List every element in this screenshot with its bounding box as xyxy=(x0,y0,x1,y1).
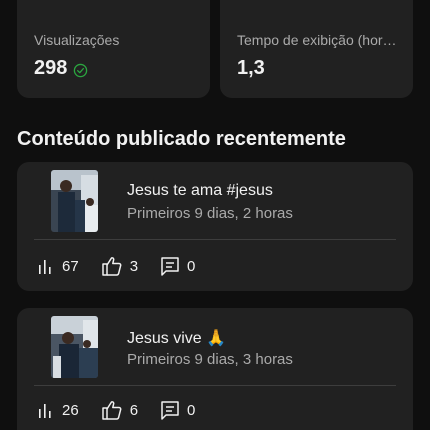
views-count: 67 xyxy=(62,257,79,275)
divider xyxy=(34,385,396,386)
likes-count: 3 xyxy=(129,257,139,275)
video-period: Primeiros 9 dias, 2 horas xyxy=(127,205,293,222)
video-period: Primeiros 9 dias, 3 horas xyxy=(127,351,293,368)
comments-metric: 0 xyxy=(160,256,195,276)
likes-metric: 3 xyxy=(101,256,138,276)
comment-icon xyxy=(161,257,179,276)
thumbs-up-icon xyxy=(101,257,122,276)
likes-count: 6 xyxy=(129,401,139,419)
watch-time-stat-card[interactable]: Tempo de exibição (hor… 1,3 xyxy=(220,0,413,98)
comment-icon xyxy=(161,401,179,420)
views-label: Visualizações xyxy=(34,32,120,48)
analytics-page: Visualizações 298 Tempo de exibição (hor… xyxy=(0,0,430,430)
watch-time-value: 1,3 xyxy=(237,57,265,79)
comments-count: 0 xyxy=(187,401,196,419)
video-metrics: 67 3 0 xyxy=(37,256,217,276)
views-metric: 26 xyxy=(37,401,79,419)
video-title: Jesus te ama #jesus xyxy=(127,182,273,199)
video-thumbnail[interactable] xyxy=(51,170,98,232)
views-value-row: 298 xyxy=(34,57,88,80)
thumbs-up-icon xyxy=(101,401,122,420)
bar-chart-icon xyxy=(39,404,51,418)
check-circle-icon xyxy=(73,61,88,78)
views-count: 26 xyxy=(62,401,79,419)
watch-time-label: Tempo de exibição (hor… xyxy=(237,32,397,48)
likes-metric: 6 xyxy=(101,400,138,420)
comments-metric: 0 xyxy=(160,400,195,420)
video-thumbnail[interactable] xyxy=(51,316,98,378)
section-title: Conteúdo publicado recentemente xyxy=(17,128,346,150)
video-metrics: 26 6 0 xyxy=(37,400,217,420)
views-stat-card[interactable]: Visualizações 298 xyxy=(17,0,210,98)
comments-count: 0 xyxy=(187,257,196,275)
video-card[interactable]: Jesus vive 🙏 Primeiros 9 dias, 3 horas 2… xyxy=(17,308,413,430)
divider xyxy=(34,239,396,240)
video-title: Jesus vive 🙏 xyxy=(127,330,227,347)
views-value: 298 xyxy=(34,57,68,79)
views-metric: 67 xyxy=(37,257,79,275)
bar-chart-icon xyxy=(39,260,51,274)
video-card[interactable]: Jesus te ama #jesus Primeiros 9 dias, 2 … xyxy=(17,162,413,291)
